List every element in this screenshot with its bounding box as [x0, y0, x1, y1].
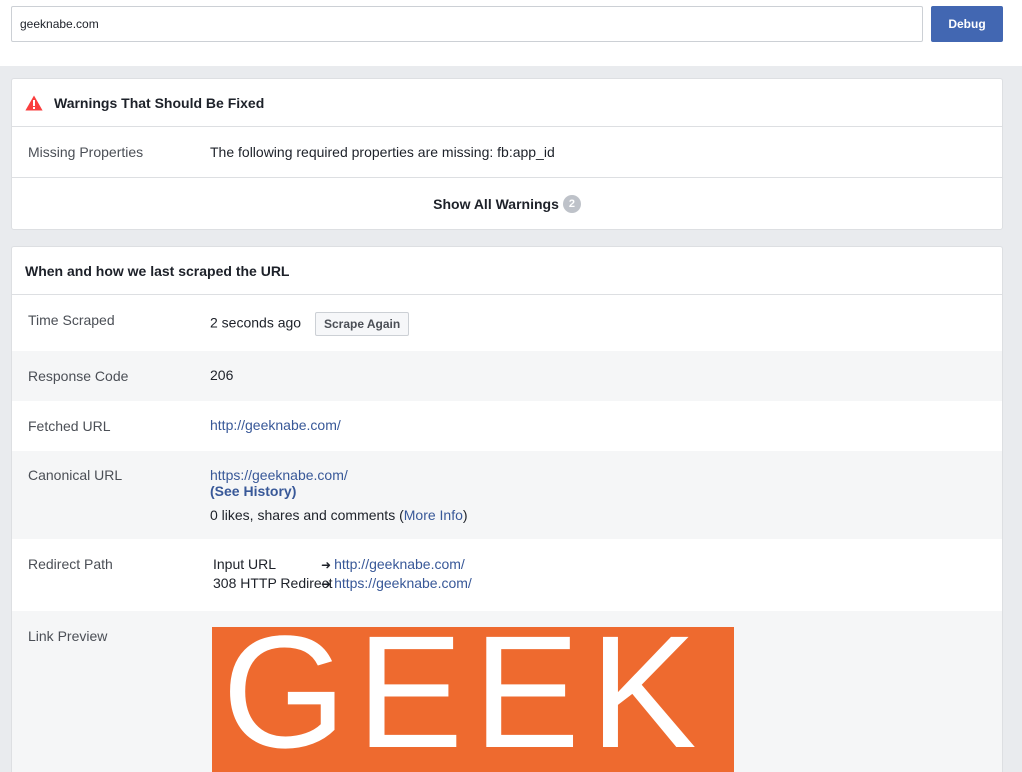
- show-all-warnings-button[interactable]: Show All Warnings 2: [12, 178, 1002, 229]
- geek-logo-text: GEEK: [222, 627, 707, 772]
- time-scraped-value: 2 seconds ago: [210, 314, 302, 331]
- canonical-url-label: Canonical URL: [28, 467, 123, 483]
- redirect-step-url[interactable]: https://geeknabe.com/: [334, 575, 472, 591]
- show-all-warnings-label: Show All Warnings: [433, 195, 559, 212]
- scrape-header: When and how we last scraped the URL: [12, 247, 1002, 295]
- redirect-step-label: 308 HTTP Redirect: [213, 575, 333, 591]
- redirect-line: 308 HTTP Redirect➜ https://geeknabe.com/: [213, 574, 472, 593]
- see-history-link[interactable]: (See History): [210, 483, 296, 499]
- redirect-path-row: Redirect Path Input URL ➜ http://geeknabe.…: [12, 539, 1002, 611]
- canonical-url-link[interactable]: https://geeknabe.com/: [210, 467, 348, 483]
- redirect-path-label: Redirect Path: [28, 556, 113, 572]
- canonical-url-block: https://geeknabe.com/ (See History) 0 li…: [210, 467, 468, 523]
- fetched-url-row: Fetched URL http://geeknabe.com/: [12, 401, 1002, 451]
- fetched-url-link[interactable]: http://geeknabe.com/: [210, 417, 341, 433]
- time-scraped-value-wrap: 2 seconds ago Scrape Again: [210, 312, 410, 336]
- response-code-value: 206: [210, 367, 234, 383]
- geek-logo: GEEK: [212, 627, 734, 772]
- link-preview-label: Link Preview: [28, 628, 108, 644]
- scrape-card: When and how we last scraped the URL Tim…: [11, 246, 1003, 772]
- arrow-right-icon: ➜: [321, 577, 332, 591]
- fetched-url-label: Fetched URL: [28, 418, 111, 434]
- scrape-again-button[interactable]: Scrape Again: [314, 312, 410, 336]
- link-preview-row: Link Preview GEEK: [12, 611, 1002, 772]
- likes-close: ): [462, 507, 468, 523]
- warnings-title: Warnings That Should Be Fixed: [54, 94, 265, 111]
- redirect-step-label: Input URL: [213, 556, 277, 572]
- missing-properties-row: Missing Properties The following require…: [12, 127, 1002, 178]
- warnings-card: Warnings That Should Be Fixed Missing Pr…: [11, 78, 1003, 230]
- canonical-url-row: Canonical URL https://geeknabe.com/ (See…: [12, 451, 1002, 539]
- scrape-title: When and how we last scraped the URL: [25, 262, 290, 279]
- more-info-link[interactable]: More Info: [404, 507, 463, 523]
- url-input[interactable]: [11, 6, 923, 42]
- top-bar: Debug: [0, 0, 1022, 66]
- warnings-header: Warnings That Should Be Fixed: [12, 79, 1002, 127]
- missing-properties-label: Missing Properties: [28, 144, 144, 160]
- response-code-row: Response Code 206: [12, 351, 1002, 401]
- redirect-step-url[interactable]: http://geeknabe.com/: [334, 556, 465, 572]
- missing-properties-value: The following required properties are mi…: [210, 144, 555, 160]
- arrow-right-icon: ➜: [321, 558, 332, 572]
- likes-text: 0 likes, shares and comments (: [210, 507, 404, 523]
- response-code-label: Response Code: [28, 368, 129, 384]
- warning-icon: [25, 95, 43, 111]
- link-preview-image[interactable]: GEEK: [212, 627, 734, 772]
- redirect-path-list: Input URL ➜ http://geeknabe.com/ 308 HTTP …: [213, 555, 472, 593]
- debug-button[interactable]: Debug: [931, 6, 1003, 42]
- warnings-count-badge: 2: [562, 194, 581, 213]
- time-scraped-label: Time Scraped: [28, 312, 115, 328]
- time-scraped-row: Time Scraped 2 seconds ago Scrape Again: [12, 295, 1002, 351]
- redirect-line: Input URL ➜ http://geeknabe.com/: [213, 555, 472, 574]
